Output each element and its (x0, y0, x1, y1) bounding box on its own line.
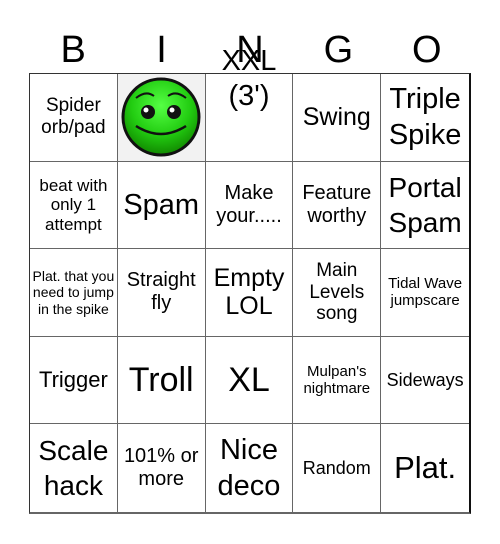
bingo-cell[interactable]: Spider orb/pad (30, 74, 118, 162)
header-letter-o: O (411, 29, 442, 71)
bingo-cell[interactable]: Plat. (381, 424, 469, 512)
bingo-cell[interactable]: XL (205, 336, 294, 425)
bingo-cell[interactable]: Plat. that you need to jump in the spike (30, 249, 118, 337)
bingo-cell[interactable]: Portal Spam (381, 162, 469, 250)
bingo-cell[interactable]: XXL (3') (205, 45, 294, 162)
bingo-cell[interactable]: Nice deco (206, 424, 294, 512)
bingo-cell[interactable]: Spam (117, 161, 206, 250)
bingo-cell[interactable]: Triple Spike (381, 74, 469, 162)
bingo-cell[interactable]: Swing (293, 74, 382, 162)
free-space-cell[interactable] (117, 74, 206, 162)
bingo-cell[interactable]: beat with only 1 attempt (30, 161, 118, 250)
header-letter-b: B (60, 29, 86, 71)
header-letter-i: I (156, 29, 167, 71)
green-smiley-face-icon (121, 77, 201, 157)
bingo-cell[interactable]: Feature worthy (293, 161, 382, 250)
bingo-cell[interactable]: 101% or more (118, 424, 206, 512)
bingo-cell[interactable]: Scale hack (30, 424, 118, 512)
bingo-cell[interactable]: Random (293, 424, 382, 512)
header-letter-g: G (323, 29, 354, 71)
bingo-cell[interactable]: Empty LOL (205, 249, 294, 337)
bingo-cell[interactable]: Straight fly (117, 249, 206, 337)
bingo-cell[interactable]: Sideways (381, 337, 469, 425)
bingo-cell[interactable]: Troll (117, 336, 206, 425)
bingo-cell[interactable]: Trigger (30, 336, 118, 425)
bingo-card: Spider orb/pad XXL (3') Swing Triple Spi… (29, 45, 471, 514)
bingo-cell[interactable]: Make your..... (205, 161, 294, 250)
bingo-cell[interactable]: Main Levels song (293, 249, 382, 337)
bingo-cell-text: XXL (3') (221, 45, 277, 112)
bingo-cell[interactable]: Mulpan's nightmare (293, 336, 382, 425)
bingo-cell[interactable]: Tidal Wave jumpscare (381, 249, 469, 337)
